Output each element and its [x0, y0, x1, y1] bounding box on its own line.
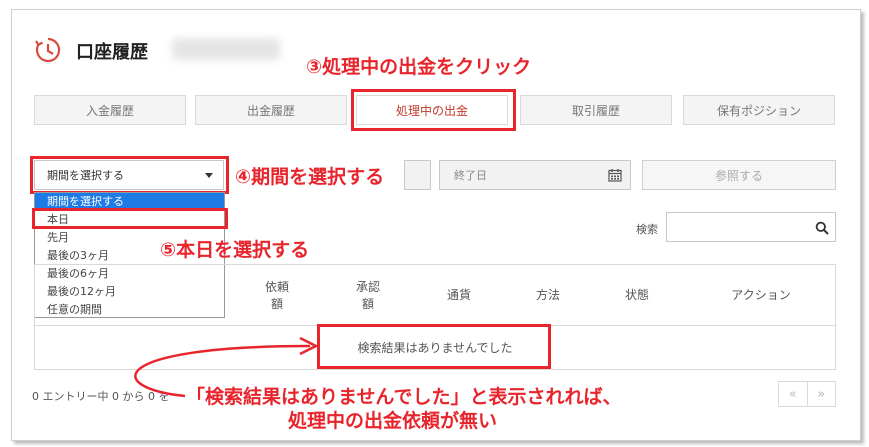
annotation-arrow: [134, 336, 319, 398]
annotation-note-line1: 「検索結果はありませんでした」と表示されれば、: [186, 386, 622, 408]
annotation-note-line2: 処理中の出金依頼が無い: [288, 410, 498, 432]
